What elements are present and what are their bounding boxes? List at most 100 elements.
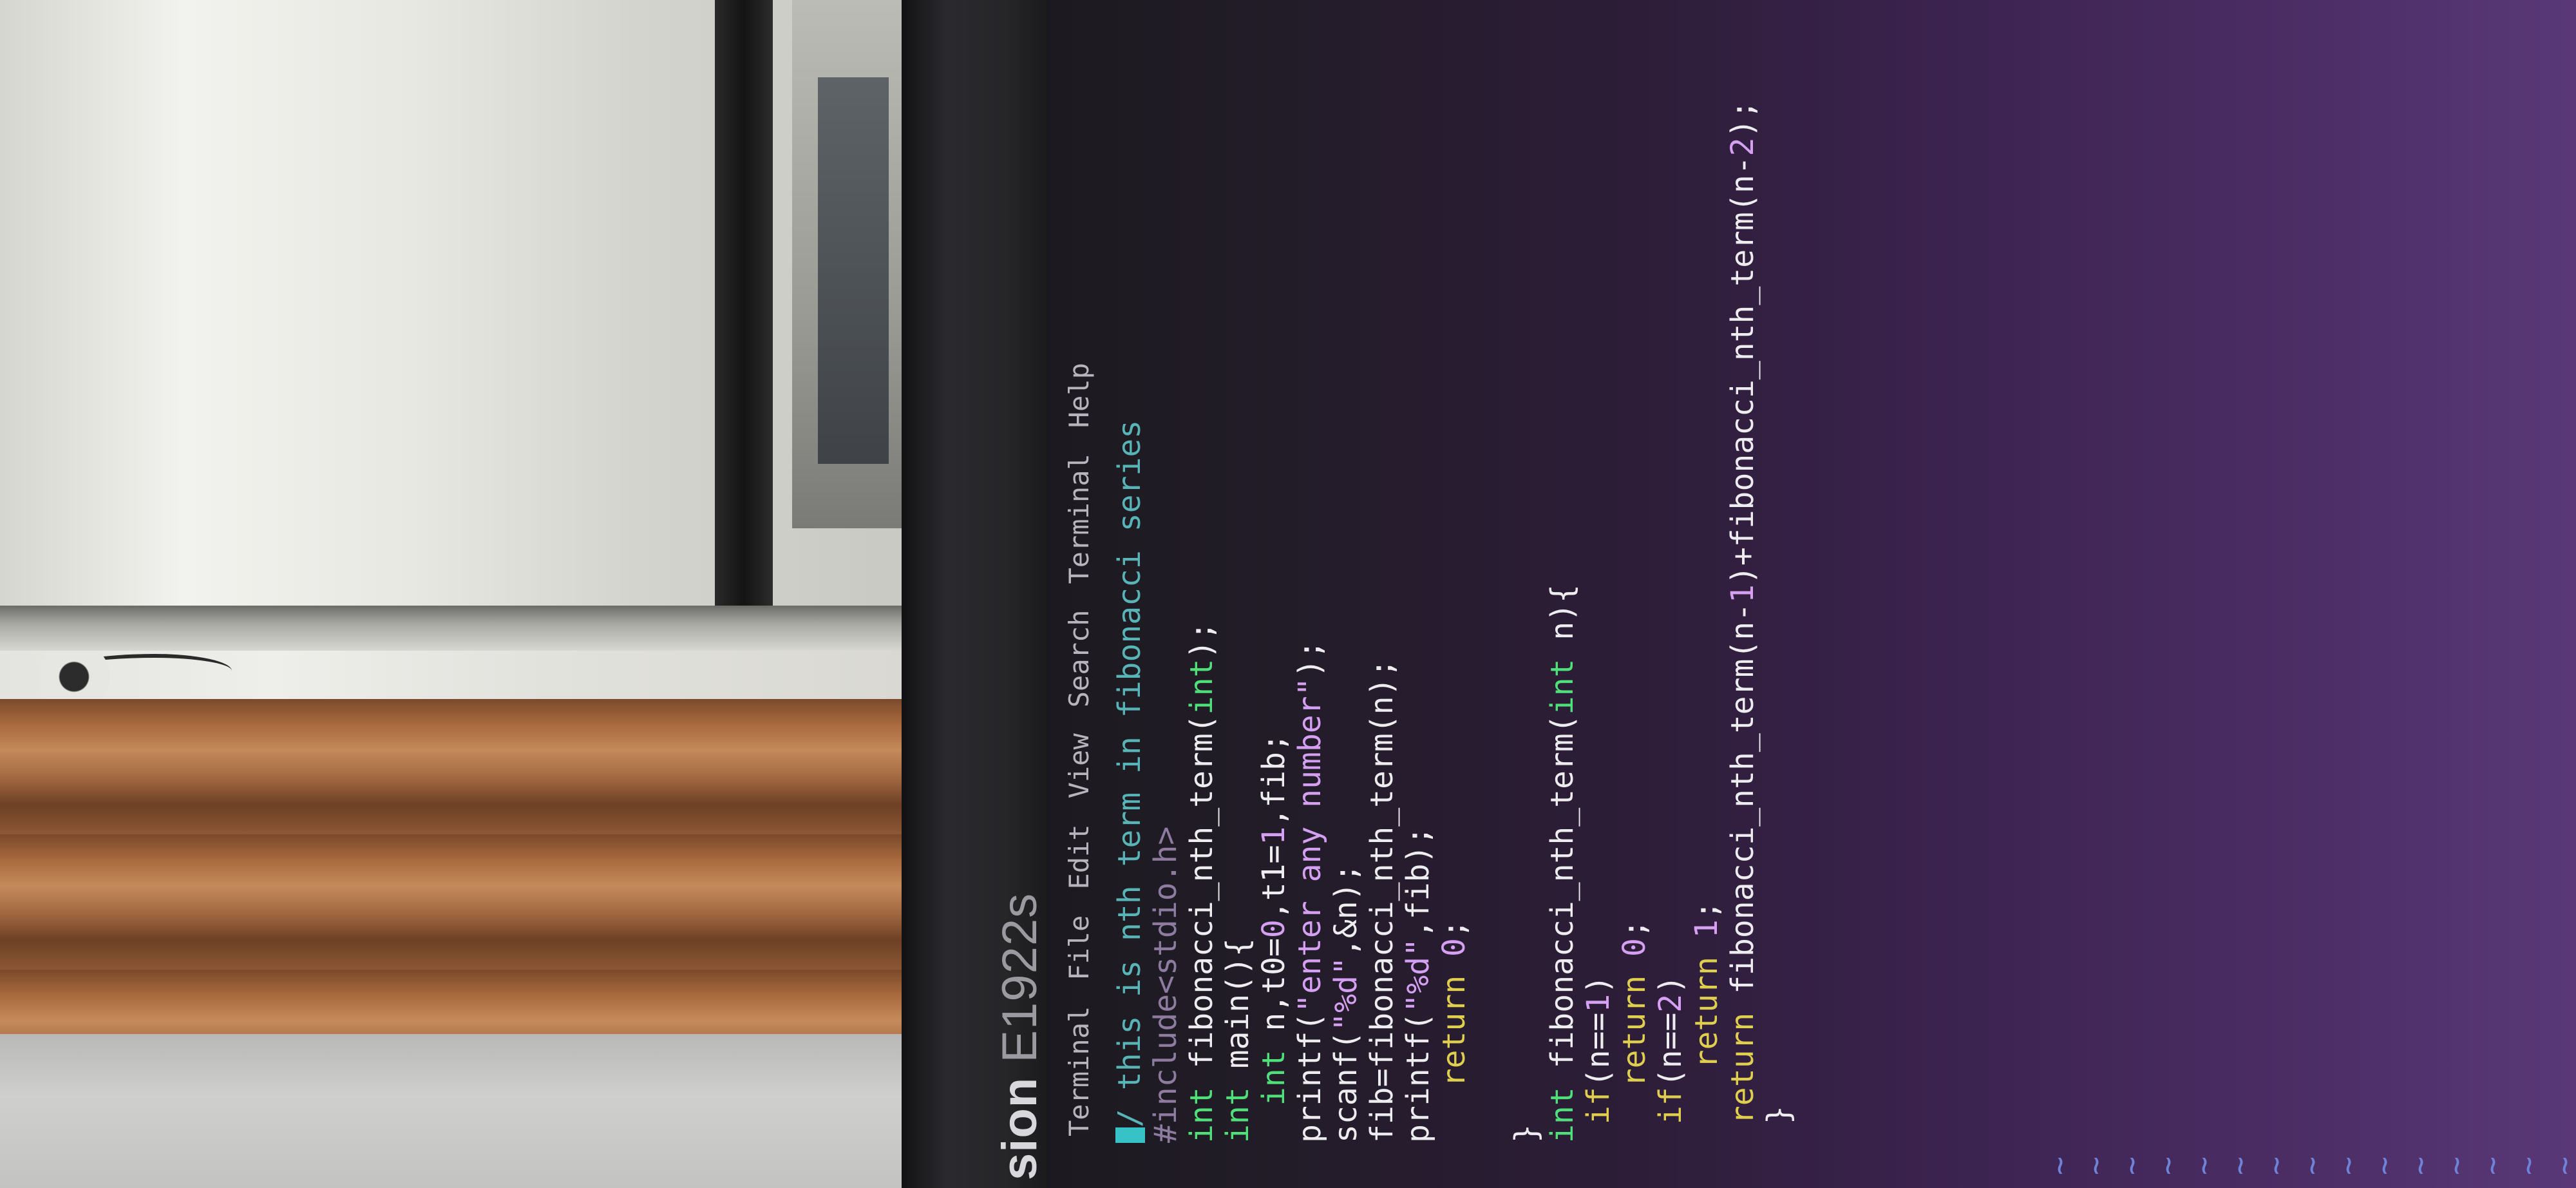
code-line: / this is nth term in fibonacci series — [1112, 101, 1148, 1143]
code-editor[interactable]: / this is nth term in fibonacci series #i… — [1112, 101, 1797, 1143]
wooden-desk — [0, 699, 908, 1034]
code-token: / this is nth term in fibonacci series — [1112, 419, 1148, 1127]
code-token: int — [1220, 1087, 1256, 1143]
code-token: n){ — [1544, 584, 1580, 659]
code-token: scanf( — [1328, 1031, 1364, 1143]
code-token: (n== — [1653, 1012, 1689, 1087]
code-token: ) — [1653, 975, 1689, 994]
empty-line-marker: ~ — [2402, 1156, 2438, 1175]
empty-line-markers: ~~~~~~~~~~~~~~~ — [2041, 0, 2576, 1175]
code-token: main(){ — [1220, 938, 1256, 1087]
monitor-brand-label: sion E1922s — [992, 893, 1048, 1188]
code-token: printf( — [1292, 1012, 1328, 1143]
code-token: ; — [1436, 919, 1472, 939]
code-token: ,fib); — [1400, 826, 1436, 939]
empty-line-marker: ~ — [2366, 1156, 2402, 1175]
code-line: printf("enter any number"); — [1292, 101, 1328, 1143]
code-token: if — [1580, 1087, 1616, 1125]
code-token: ,fib; — [1256, 733, 1292, 827]
code-token: ); — [1292, 640, 1328, 678]
code-token: "%d" — [1328, 957, 1364, 1031]
code-token: ); — [1725, 100, 1761, 138]
window-glass — [818, 77, 889, 464]
brand-text: sion — [992, 1077, 1047, 1180]
desk-edge — [0, 606, 908, 651]
code-line: int fibonacci_nth_term(int n){ — [1544, 101, 1580, 1143]
code-token: ); — [1184, 621, 1220, 659]
code-line: } — [1761, 101, 1797, 1143]
code-token: int — [1544, 1087, 1580, 1143]
code-line: fib=fibonacci_nth_term(n); — [1364, 101, 1400, 1143]
code-line: printf("%d",fib); — [1400, 101, 1436, 1143]
code-token: ; — [1616, 919, 1653, 939]
code-line: int main(){ — [1220, 101, 1256, 1143]
menu-terminal[interactable]: Terminal — [1063, 1006, 1095, 1136]
code-line: scanf("%d",&n); — [1328, 101, 1364, 1143]
code-token: } — [1508, 1124, 1544, 1143]
code-line: int fibonacci_nth_term(int); — [1184, 101, 1220, 1143]
menu-help[interactable]: Help — [1063, 363, 1095, 428]
code-line: return 0; — [1616, 101, 1653, 1143]
empty-line-marker: ~ — [2041, 1156, 2078, 1175]
code-token: 0 — [1436, 938, 1472, 957]
code-token: 0 — [1256, 919, 1292, 939]
terminal-screen[interactable]: Terminal File Edit View Search Terminal … — [1050, 0, 2576, 1188]
code-token: 2 — [1725, 137, 1761, 157]
floor — [0, 1034, 908, 1188]
empty-line-marker: ~ — [2510, 1156, 2546, 1175]
empty-line-marker: ~ — [2474, 1156, 2510, 1175]
code-token: int — [1256, 1049, 1292, 1106]
code-token: } — [1761, 1106, 1797, 1143]
pillar — [715, 0, 773, 612]
text-cursor — [1115, 1127, 1145, 1143]
code-token: ,&n); — [1328, 863, 1364, 957]
code-line: return 0; — [1436, 101, 1472, 1143]
code-line: int n,t0=0,t1=1,fib; — [1256, 101, 1292, 1143]
menu-search[interactable]: Search — [1063, 610, 1095, 708]
code-line: return fibonacci_nth_term(n-1)+fibonacci… — [1725, 101, 1761, 1143]
empty-line-marker: ~ — [2078, 1156, 2114, 1175]
code-token: (n== — [1580, 1012, 1616, 1087]
code-token: return — [1436, 975, 1472, 1087]
monitor-bezel: sion E1922s — [902, 0, 1050, 1188]
code-token: 0 — [1616, 938, 1653, 957]
code-token: if — [1653, 1087, 1689, 1125]
code-token: fibonacci_nth_term( — [1544, 714, 1580, 1087]
empty-line-marker: ~ — [2114, 1156, 2150, 1175]
code-token: int — [1184, 1087, 1220, 1143]
empty-line-marker: ~ — [2186, 1156, 2222, 1175]
code-token: fibonacci_nth_term(n- — [1725, 602, 1761, 1013]
code-token: int — [1184, 658, 1220, 715]
room-background — [0, 0, 908, 1188]
empty-line-marker: ~ — [2222, 1156, 2258, 1175]
model-text: E1922s — [992, 892, 1047, 1063]
code-token: return — [1616, 975, 1653, 1087]
code-token: )+fibonacci_nth_term(n- — [1725, 156, 1761, 585]
code-token: fib=fibonacci_nth_term(n); — [1364, 658, 1400, 1143]
empty-line-marker: ~ — [2330, 1156, 2366, 1175]
code-token: return — [1725, 1012, 1761, 1125]
code-line: #include<stdio.h> — [1148, 101, 1184, 1143]
code-token: ; — [1689, 901, 1725, 920]
terminal-menubar: Terminal File Edit View Search Terminal … — [1050, 0, 1108, 1188]
code-token: fibonacci_nth_term( — [1184, 714, 1220, 1087]
code-token: 1 — [1580, 993, 1616, 1013]
menu-view[interactable]: View — [1063, 733, 1095, 798]
menu-terminal-2[interactable]: Terminal — [1063, 454, 1095, 584]
empty-line-marker: ~ — [2294, 1156, 2330, 1175]
empty-line-marker: ~ — [2438, 1156, 2474, 1175]
code-token: 1 — [1256, 826, 1292, 845]
menu-edit[interactable]: Edit — [1063, 824, 1095, 889]
code-line: } — [1508, 101, 1544, 1143]
menu-file[interactable]: File — [1063, 915, 1095, 981]
code-token: printf( — [1400, 1012, 1436, 1143]
